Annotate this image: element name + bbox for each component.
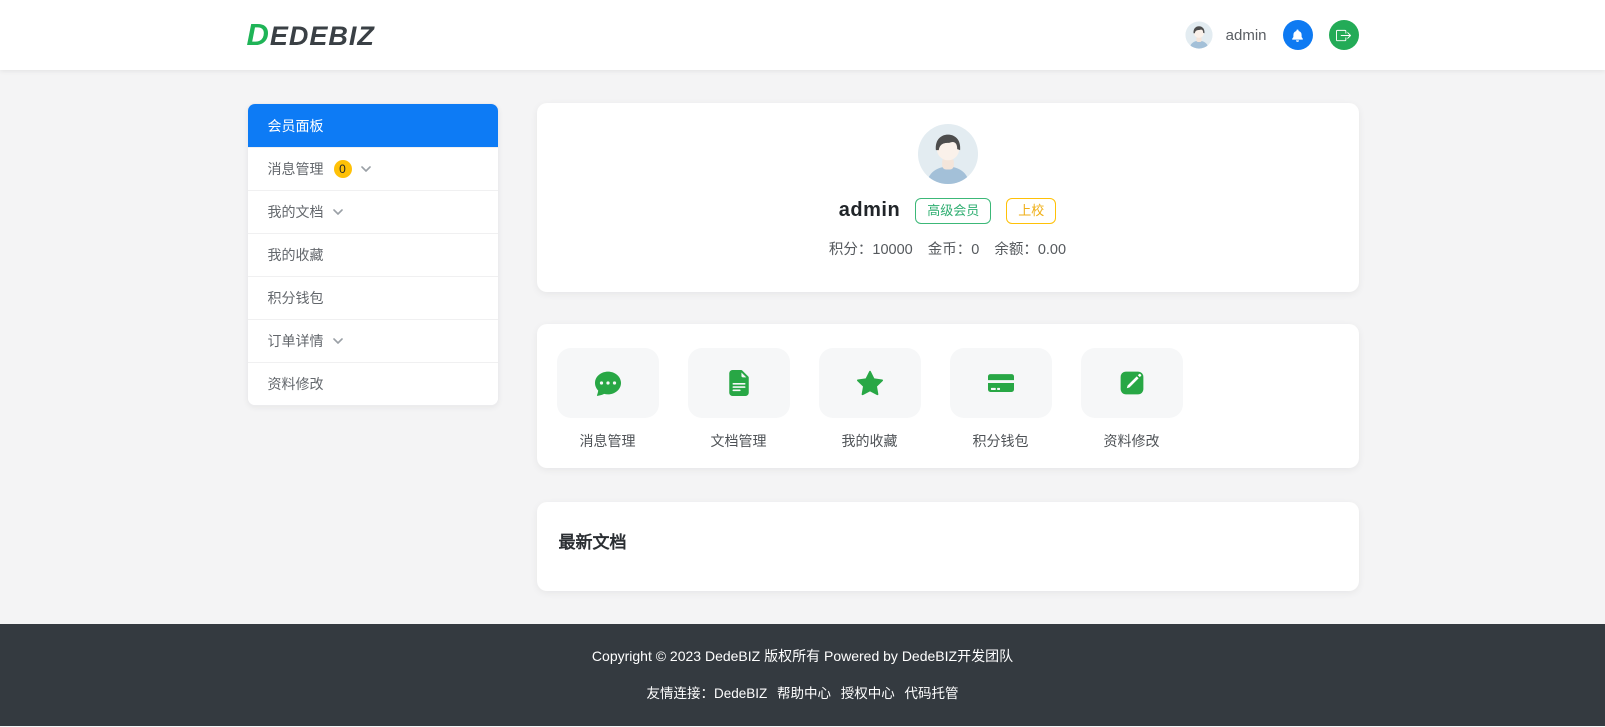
sidebar-item-label: 我的收藏 xyxy=(267,247,324,263)
sidebar-item-label: 消息管理 xyxy=(267,161,324,177)
member-sidebar: 会员面板 消息管理 0 我的文档 我的收藏 积分钱包 订单详情 资料修改 xyxy=(246,103,499,406)
notifications-button[interactable] xyxy=(1282,20,1313,50)
shortcut-label: 积分钱包 xyxy=(972,433,1029,449)
sidebar-item-edit-profile[interactable]: 资料修改 xyxy=(247,362,498,405)
shortcut-label: 文档管理 xyxy=(710,433,767,449)
shortcut-documents[interactable]: 文档管理 xyxy=(687,348,790,468)
logout-icon xyxy=(1336,29,1351,41)
balance-stat: 余额：0.00 xyxy=(994,241,1067,258)
sidebar-item-label: 会员面板 xyxy=(267,117,324,134)
username-link[interactable]: admin xyxy=(1226,27,1267,44)
shortcut-label: 资料修改 xyxy=(1103,433,1160,449)
chevron-down-icon xyxy=(332,209,343,215)
chat-icon xyxy=(556,348,659,418)
document-icon xyxy=(687,348,790,418)
member-level-badge: 高级会员 xyxy=(915,198,992,224)
logout-button[interactable] xyxy=(1328,20,1359,50)
friend-links-label: 友情连接： xyxy=(646,686,714,701)
logo-letter-d: D xyxy=(246,17,270,52)
user-avatar-large xyxy=(917,123,978,185)
latest-documents-title: 最新文档 xyxy=(558,533,627,552)
points-stat: 积分：10000 xyxy=(828,241,913,258)
shortcut-label: 消息管理 xyxy=(579,433,636,449)
coins-stat: 金币：0 xyxy=(927,241,980,258)
profile-card: admin 高级会员 上校 积分：10000 金币：0 余额：0.00 xyxy=(536,103,1359,292)
shortcut-label: 我的收藏 xyxy=(841,433,898,449)
shortcut-favorites[interactable]: 我的收藏 xyxy=(818,348,921,468)
shortcuts-card: 消息管理 文档管理 我的收藏 积分钱包 资料修改 xyxy=(536,324,1359,468)
sidebar-item-label: 订单详情 xyxy=(267,333,324,349)
main-area: 会员面板 消息管理 0 我的文档 我的收藏 积分钱包 订单详情 资料修改 adm… xyxy=(0,70,1605,591)
chevron-down-icon xyxy=(360,166,371,172)
profile-username: admin xyxy=(838,199,901,222)
star-icon xyxy=(818,348,921,418)
sidebar-item-messages[interactable]: 消息管理 0 xyxy=(247,147,498,190)
shortcut-messages[interactable]: 消息管理 xyxy=(556,348,659,468)
sidebar-item-member-panel[interactable]: 会员面板 xyxy=(247,104,498,147)
friend-links: 友情连接：DedeBIZ 帮助中心 授权中心 代码托管 xyxy=(0,682,1605,702)
shortcut-edit-profile[interactable]: 资料修改 xyxy=(1080,348,1183,468)
footer-link-help-center[interactable]: 帮助中心 xyxy=(777,686,831,701)
sidebar-item-label: 积分钱包 xyxy=(267,290,324,306)
sidebar-item-label: 资料修改 xyxy=(267,376,324,392)
shortcut-wallet[interactable]: 积分钱包 xyxy=(949,348,1052,468)
footer-link-code-hosting[interactable]: 代码托管 xyxy=(905,686,959,701)
rank-badge: 上校 xyxy=(1006,198,1057,224)
sidebar-item-my-documents[interactable]: 我的文档 xyxy=(247,190,498,233)
footer-link-dedebiz[interactable]: DedeBIZ xyxy=(714,686,767,701)
sidebar-item-label: 我的文档 xyxy=(267,204,324,220)
dedebiz-logo[interactable]: DEDEBIZ xyxy=(247,17,375,53)
sidebar-item-orders[interactable]: 订单详情 xyxy=(247,319,498,362)
sidebar-item-favorites[interactable]: 我的收藏 xyxy=(247,233,498,276)
content-column: admin 高级会员 上校 积分：10000 金币：0 余额：0.00 消息管理 xyxy=(536,103,1359,591)
latest-documents-card: 最新文档 xyxy=(536,502,1359,591)
message-count-badge: 0 xyxy=(333,160,352,178)
credit-card-icon xyxy=(949,348,1052,418)
chevron-down-icon xyxy=(332,338,343,344)
profile-stats: 积分：10000 金币：0 余额：0.00 xyxy=(829,238,1066,259)
sidebar-item-points-wallet[interactable]: 积分钱包 xyxy=(247,276,498,319)
footer-link-license-center[interactable]: 授权中心 xyxy=(841,686,895,701)
edit-icon xyxy=(1080,348,1183,418)
logo-text: EDEBIZ xyxy=(269,21,375,51)
user-avatar-small[interactable] xyxy=(1185,21,1213,49)
bell-icon xyxy=(1292,29,1303,42)
top-header: DEDEBIZ admin xyxy=(0,0,1605,70)
copyright-text: Copyright © 2023 DedeBIZ 版权所有 Powered by… xyxy=(591,648,1014,664)
page-footer: Copyright © 2023 DedeBIZ 版权所有 Powered by… xyxy=(0,624,1605,726)
